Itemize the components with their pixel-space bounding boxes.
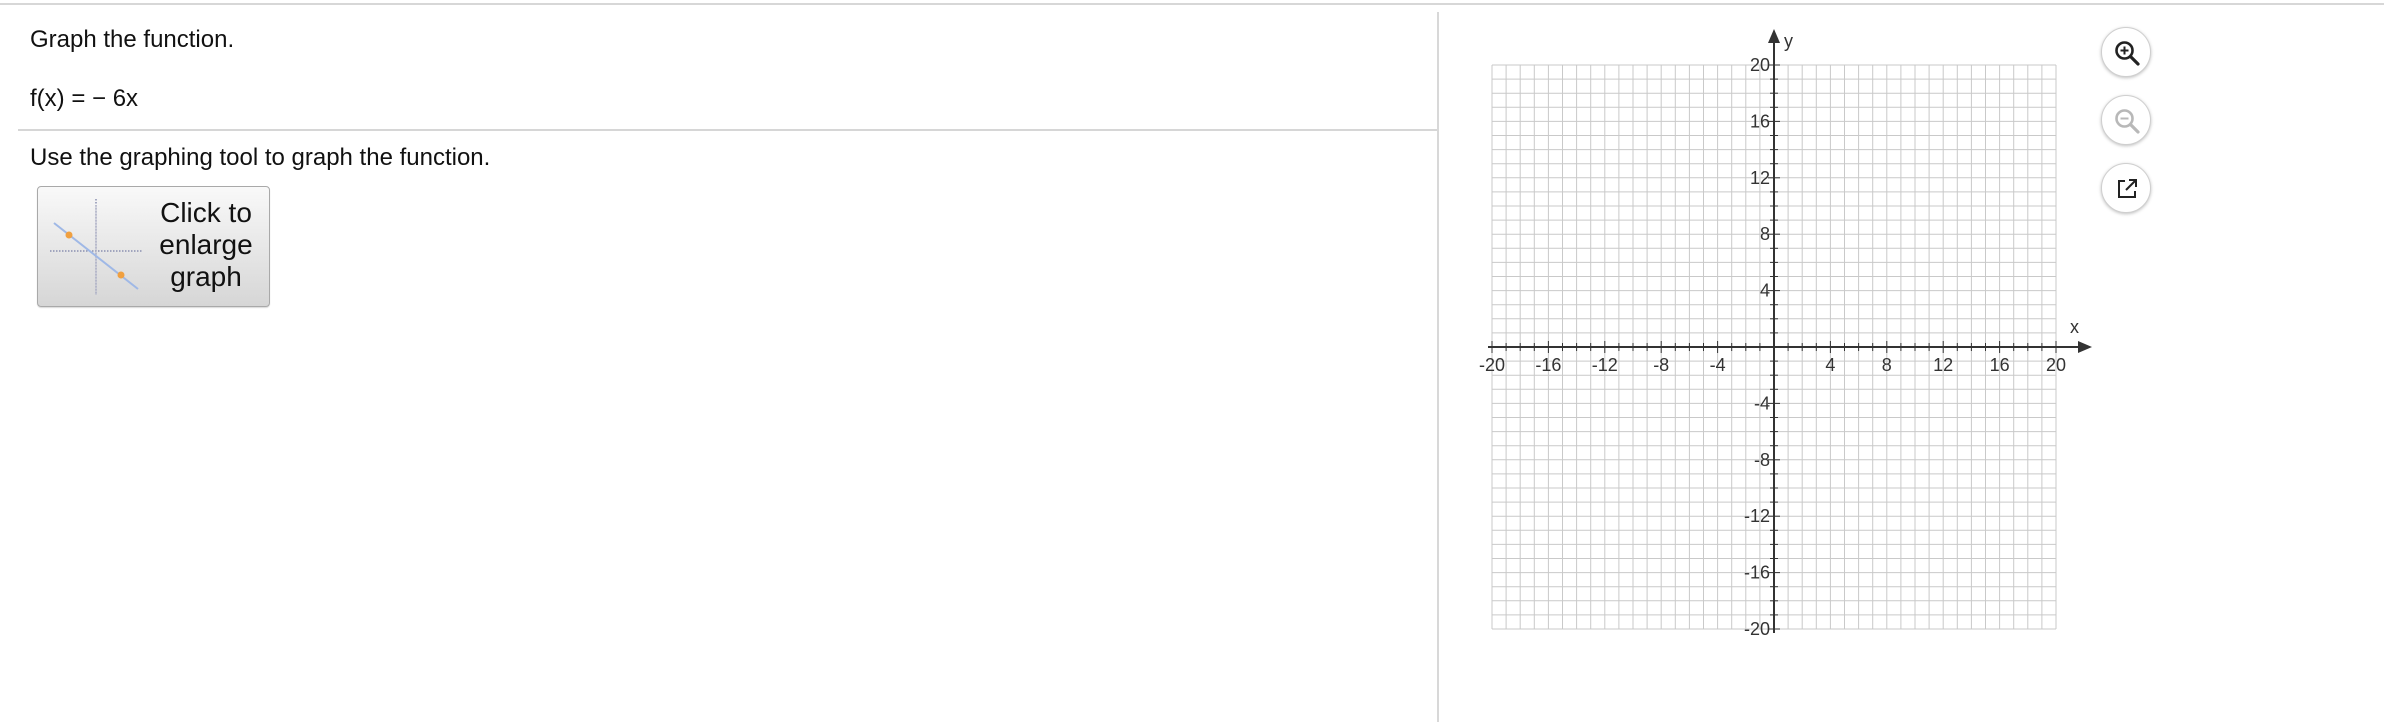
x-tick-label: 16 (1990, 355, 2010, 375)
enlarge-graph-label: Click to enlarge graph (159, 197, 253, 292)
x-tick-label: 4 (1825, 355, 1835, 375)
x-tick-label: -16 (1535, 355, 1561, 375)
axes (1488, 29, 2092, 633)
y-axis-label: y (1784, 31, 1793, 51)
x-tick-label: 20 (2046, 355, 2066, 375)
x-tick-label: -12 (1592, 355, 1618, 375)
y-axis-arrow (1768, 29, 1780, 43)
function-expression: f(x) = − 6x (30, 85, 139, 112)
y-tick-label: -20 (1744, 619, 1770, 639)
y-tick-label: 8 (1760, 224, 1770, 244)
y-tick-label: -4 (1754, 393, 1770, 413)
y-tick-label: -12 (1744, 506, 1770, 526)
coordinate-grid[interactable]: -20 -16 -12 -8 -4 4 8 12 16 20 20 16 12 8 4 -4 -8 -12 -16 -… (1470, 20, 2100, 650)
y-tick-label: 20 (1750, 55, 1770, 75)
y-tick-label: 12 (1750, 168, 1770, 188)
x-axis-label: x (2070, 317, 2079, 337)
tool-instruction: Use the graphing tool to graph the funct… (30, 144, 491, 171)
y-tick-label: 16 (1750, 111, 1770, 131)
y-tick-label: 4 (1760, 281, 1770, 301)
y-tick-label: -8 (1754, 450, 1770, 470)
question-instruction: Graph the function. (30, 26, 235, 53)
zoom-in-icon (2115, 41, 2140, 66)
enlarge-graph-button[interactable]: Click to enlarge graph (37, 186, 270, 307)
question-pane: Graph the function. f(x) = − 6x Use the … (0, 5, 1437, 722)
zoom-in-button[interactable] (2101, 27, 2151, 77)
external-link-icon (2118, 179, 2137, 198)
section-divider (18, 129, 1437, 131)
x-tick-label: 8 (1882, 355, 1892, 375)
x-tick-label: -4 (1710, 355, 1726, 375)
y-tick-label: -16 (1744, 563, 1770, 583)
graph-thumbnail-icon (50, 199, 142, 295)
x-axis-arrow (2078, 341, 2092, 353)
zoom-out-button[interactable] (2101, 95, 2151, 145)
popout-button[interactable] (2101, 163, 2151, 213)
x-tick-label: 12 (1933, 355, 1953, 375)
x-tick-label: -20 (1479, 355, 1505, 375)
x-tick-label: -8 (1653, 355, 1669, 375)
pane-divider (1437, 12, 1439, 722)
zoom-out-icon (2115, 109, 2140, 134)
